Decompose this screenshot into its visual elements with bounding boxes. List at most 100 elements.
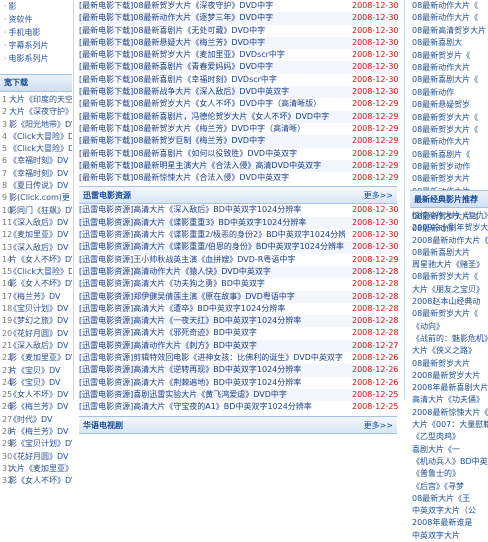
left-download-item[interactable]: 4《Click大冒险》DV xyxy=(0,131,72,143)
left-download-item[interactable]: 1大片《印度的天空》DV xyxy=(0,94,72,106)
left-download-item[interactable]: 14片《女人不坏》DV xyxy=(0,254,72,266)
left-download-item[interactable]: 24影《宝贝》DV xyxy=(0,377,72,389)
left-download-link[interactable]: 《Click大冒险》DV xyxy=(9,132,72,141)
left-download-item[interactable]: 19《梦幻之旅》DV xyxy=(0,315,72,327)
movie-link[interactable]: [最新电影下载]08最新贺岁大片《深夜守护》DVD中字 xyxy=(79,0,345,12)
table-row[interactable]: [最新电影下载]08最新贺岁大片《深夜守护》DVD中字 2008-12-30 xyxy=(79,0,399,12)
left-download-item[interactable]: 29影《宝贝计划》DV xyxy=(0,438,72,450)
left-download-item[interactable]: 12《麦加里亚》DV xyxy=(0,229,72,241)
table-row[interactable]: [最新电影下载]08最新贺岁大片《女人不坏》DVD中字（高清晰版） 2008-12… xyxy=(79,98,399,110)
right-movie-link[interactable]: 08最新高清贺岁大片 xyxy=(410,25,488,37)
movie-link[interactable]: [最新电影下载]08最新贺岁大片《麦加里亚》DVDscr中字 xyxy=(79,49,345,61)
movie-link[interactable]: [最新电影下载]08最新战争大片《深入敌后》DVD中英双字 xyxy=(79,86,345,98)
movie-link[interactable]: [迅雷电影资源]高清大片《深入敌后》BD中英双字1024分辨率 xyxy=(79,204,345,216)
left-download-link[interactable]: 大片《深夜守护》DV xyxy=(9,107,72,116)
left-download-link[interactable]: 影(Click.com)更 xyxy=(9,193,70,202)
left-download-link[interactable]: 《梦幻之旅》DV xyxy=(9,316,69,325)
movie-link[interactable]: [迅雷电影资源]高清动作大片《猿人快》DVD中英双字 xyxy=(79,266,345,278)
movie-link[interactable]: [迅雷电影资源]高清大片《功夫狗之勇》BD中英双字 xyxy=(79,278,345,290)
right-movie-link[interactable]: 08最新喜剧片《 xyxy=(410,149,488,161)
table-row[interactable]: [迅雷电影资源]高清大片《守宝夜的A1》BD中英双字1024分辨率 2008-12… xyxy=(79,401,399,413)
table-row[interactable]: [迅雷电影资源]郑伊健吴倩莲主演《原在故事》DVD粤语中字 2008-12-28 xyxy=(79,290,399,303)
right-movie-link[interactable]: 08最新喜剧大片《 xyxy=(410,74,488,86)
left-download-link[interactable]: 《梅兰芳》DV xyxy=(9,292,61,301)
left-download-link[interactable]: 影《女人不坏》DV xyxy=(9,279,72,288)
right-movie-link[interactable]: 08最新动作 xyxy=(410,87,488,99)
left-download-link[interactable]: 《花好月圆》DV xyxy=(9,452,69,461)
movie-link[interactable]: [最新电影下载]08最新喜剧片《青春爱妈妈》DVD中字 xyxy=(79,61,345,73)
left-download-link[interactable]: 大片《麦加里亚》DV xyxy=(9,464,72,473)
left-download-item[interactable]: 27《时代》DV xyxy=(0,414,72,426)
recommended-movie-link[interactable]: 2008年最新谁是 xyxy=(410,517,488,529)
table-row[interactable]: [迅雷电影资源]高清大片《遭卒》BD中英双字1024分辨率 2008-12-28 xyxy=(79,303,399,315)
left-download-item[interactable]: 7 《幸福时刻》DV xyxy=(0,168,72,180)
movie-link[interactable]: [迅雷电影资源]高清大片《邪死奇迹》BD中英双字 xyxy=(79,327,345,339)
movie-link[interactable]: [最新电影下载]08最新动作大片《逐梦三年》DVD中字 xyxy=(79,12,345,24)
table-row[interactable]: [迅雷电影资源]高清大片《深入敌后》BD中英双字1024分辨率 2008-12-3… xyxy=(79,204,399,216)
left-download-item[interactable]: 5《Click大冒险》DV xyxy=(0,143,72,155)
recommended-movie-link[interactable]: 中英双字大片（公 xyxy=(410,505,488,517)
left-download-link[interactable]: 影同门《狂飙》DV xyxy=(9,206,72,215)
left-category-item[interactable]: · 影 xyxy=(0,0,72,13)
recommended-movie-link[interactable]: 《后宫》《寻梦 xyxy=(410,481,488,493)
movie-link[interactable]: [迅雷电影资源]高清动作大片《刺方》BD中英双字 xyxy=(79,340,345,352)
left-download-link[interactable]: 影《麦加里亚》DV xyxy=(9,353,72,362)
right-movie-link[interactable]: 08最新动作大片 xyxy=(410,62,488,74)
movie-link[interactable]: [迅雷电影资源]剪辑特效回电影《进神女孩：比佛利的诞生》DVD中英双字 xyxy=(79,352,345,364)
table-row[interactable]: [最新电影下载]08最新贺岁巨制《梅兰芳》DVD中字 2008-12-29 xyxy=(79,135,399,148)
left-download-item[interactable]: 11《深入敌后》DV xyxy=(0,217,72,229)
left-download-item[interactable]: 15《Click大冒险》DV xyxy=(0,266,72,278)
movie-link[interactable]: [迅雷电影资源]高清大片《遭卒》BD中英双字1024分辨率 xyxy=(79,303,345,315)
left-download-link[interactable]: 《幸福时刻》DV xyxy=(9,169,69,178)
left-download-link[interactable]: 《Click大冒险》DV xyxy=(9,144,72,153)
recommended-movie-link[interactable]: 08最新贺岁大片《 xyxy=(410,271,488,283)
recommended-movie-link[interactable]: 2008最新贺岁大片 xyxy=(410,370,488,382)
movie-link[interactable]: [迅雷电影资源]高清大片《荆棘遍地》BD中英双字1024分辨率 xyxy=(79,377,345,389)
recommended-movie-link[interactable]: 《机动兵人》BD中英双字 xyxy=(410,456,488,468)
movie-link[interactable]: [最新电影下载]08最新惊悚大片《合法入侵》DVD中英双字 xyxy=(79,172,345,184)
left-category-item[interactable]: · 手机电影 xyxy=(0,26,72,39)
left-download-link[interactable]: 《女人不坏》DV xyxy=(9,390,69,399)
left-download-link[interactable]: 《花好月圆》DV xyxy=(9,329,69,338)
table-row[interactable]: [迅雷电影资源]高清大片《荆棘遍地》BD中英双字1024分辨率 2008-12-2… xyxy=(79,377,399,389)
left-download-link[interactable]: 影《阳光地带》DV xyxy=(9,120,72,129)
movie-link[interactable]: [最新电影下载]08最新喜剧片《无处可藏》DVD中字 xyxy=(79,25,345,37)
left-download-link[interactable]: 《深入敌后》DV xyxy=(9,341,69,350)
table-row[interactable]: [最新电影下载]08最新贺岁大片《麦加里亚》DVDscr中字 2008-12-30 xyxy=(79,49,399,61)
recommended-movie-link[interactable]: 《乙型肉鸡》 xyxy=(410,431,488,443)
table-row[interactable]: [迅雷电影资源]王小帅秋战英主演《血拼嫂》DVD-R粤语中字 2008-12-29 xyxy=(79,254,399,266)
movie-link[interactable]: [最新电影下载]08最新喜剧片，冯德伦贺岁大片《女人不坏》DVD中字 xyxy=(79,111,345,123)
table-row[interactable]: [最新电影下载]08最新悬疑大片《梅兰芳》DVD中字 2008-12-30 xyxy=(79,36,399,50)
right-movie-link[interactable]: 08最新贺岁大片《 xyxy=(410,124,488,136)
table-row[interactable]: [最新电影下载]08最新喜剧片《幸福时刻》DVDscr中字 2008-12-30 xyxy=(79,74,399,86)
movie-link[interactable]: [迅雷电影资源]高清大片《逆转再现》BD中英双字1024分辨率 xyxy=(79,364,345,376)
recommended-movie-link[interactable]: 2008赵本山经典动 xyxy=(410,296,488,308)
left-download-item[interactable]: 16影《女人不坏》DV xyxy=(0,278,72,290)
recommended-movie-link[interactable]: 08最新贺岁大片《 xyxy=(410,308,488,320)
table-row[interactable]: [迅雷电影资源]高清大片《一夜天扛》BD中英双字1024分辨率 2008-12-2… xyxy=(79,315,399,328)
right-movie-link[interactable]: 08最新贺岁片《 xyxy=(410,50,488,62)
recommended-movie-link[interactable]: 《普鲁士的》 xyxy=(410,468,488,480)
table-row[interactable]: [迅雷电影资源]高清大片《谍影重重3》BD中英双字1024分辨率 2008-12-… xyxy=(79,216,399,230)
left-download-link[interactable]: 片《女人不坏》DV xyxy=(9,255,72,264)
more-link[interactable]: 更多>> xyxy=(364,190,393,201)
table-row[interactable]: [迅雷电影资源]高清大片《谍影重重2/极恶的身份2》BD中英双字1024分辨 20… xyxy=(79,229,399,241)
movie-link[interactable]: [迅雷电影资源]高清大片《一夜天扛》BD中英双字1024分辨率 xyxy=(79,315,345,327)
left-download-item[interactable]: 21《深入敌后》DV xyxy=(0,340,72,352)
left-download-item[interactable]: 17《梅兰芳》DV xyxy=(0,291,72,303)
left-download-link[interactable]: 《时代》DV xyxy=(9,415,53,424)
right-movie-link[interactable]: 08最新贺岁大片 xyxy=(410,173,488,185)
left-download-link[interactable]: 片《宝贝》DV xyxy=(9,366,61,375)
recommended-movie-link[interactable]: 2009冷小刚年贺岁大片 xyxy=(410,222,488,234)
movie-link[interactable]: [最新电影下载]08最新贺岁大片《女人不坏》DVD中字（高清晰版） xyxy=(79,98,345,110)
recommended-movie-link[interactable]: 《动向》 xyxy=(410,321,488,333)
table-row[interactable]: [最新电影下载]08最新明星主演大片《合法入侵》高清DVD中英双字 2008-12… xyxy=(79,159,399,173)
left-download-item[interactable]: 13《深入敌后》DV xyxy=(0,242,72,254)
recommended-movie-link[interactable]: 中英双字大片 xyxy=(410,530,488,542)
right-movie-link[interactable]: 08最新喜剧大 xyxy=(410,37,488,49)
left-download-link[interactable]: 《夏日传说》DV xyxy=(9,181,69,190)
left-download-link[interactable]: 影《宝贝》DV xyxy=(9,378,61,387)
left-download-link[interactable]: 影《女人不坏》DV xyxy=(9,476,72,485)
movie-link[interactable]: [最新电影下载]08最新贺岁大片《梅兰芳》DVD中字（高清晰） xyxy=(79,123,345,135)
table-row[interactable]: [迅雷电影资源]高清大片《谍影重重/伯恩的身份》BD中英双字1024分辨率 200… xyxy=(79,241,399,254)
